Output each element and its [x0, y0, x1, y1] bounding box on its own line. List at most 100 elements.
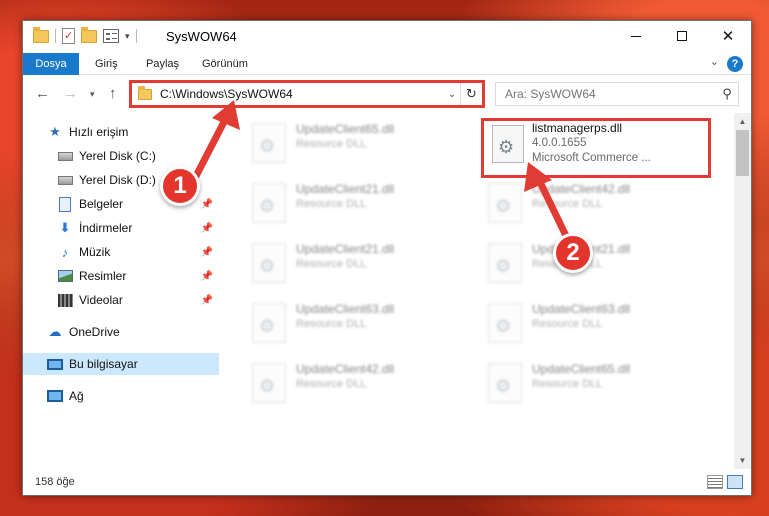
document-icon — [57, 196, 73, 212]
file-version: 4.0.0.1655 — [532, 137, 587, 149]
file-type: Resource DLL — [532, 378, 603, 390]
dll-file-icon — [488, 243, 522, 283]
minimize-button[interactable] — [613, 21, 659, 51]
sidebar-item-this-pc[interactable]: Bu bilgisayar — [23, 353, 219, 375]
sidebar-item-label: Videolar — [79, 293, 123, 307]
recent-locations-icon[interactable]: ▾ — [90, 89, 95, 100]
file-item[interactable]: UpdateClient21.dllResource DLL — [482, 237, 712, 293]
file-name: UpdateClient21.dll — [296, 242, 395, 256]
pin-icon[interactable]: 📌 — [201, 247, 213, 258]
tab-file[interactable]: Dosya — [23, 53, 79, 75]
file-name: UpdateClient65.dll — [532, 362, 631, 376]
folder-icon — [138, 85, 152, 100]
status-bar: 158 öğe — [23, 469, 751, 495]
disk-icon — [57, 148, 73, 164]
explorer-window: ▾ SysWOW64 ✕ Dosya Giriş Paylaş Görünüm … — [22, 20, 752, 496]
tab-view[interactable]: Görünüm — [202, 53, 248, 75]
vertical-scrollbar[interactable]: ▲ ▼ — [734, 113, 751, 469]
file-item[interactable]: UpdateClient63.dll Resource DLL — [246, 297, 476, 353]
tab-home[interactable]: Giriş — [95, 53, 118, 75]
window-controls: ✕ — [613, 21, 751, 51]
sidebar-item-quick-access[interactable]: ★ Hızlı erişim — [23, 121, 219, 143]
sidebar-item-videos[interactable]: Videolar 📌 — [23, 289, 219, 311]
search-input[interactable] — [505, 87, 716, 101]
search-icon[interactable]: ⚲ — [716, 86, 738, 102]
sidebar-item-pictures[interactable]: Resimler 📌 — [23, 265, 219, 287]
dll-file-icon — [488, 363, 522, 403]
sidebar-item-label: OneDrive — [69, 325, 120, 339]
step-2-badge: 2 — [553, 233, 593, 273]
new-folder-icon[interactable] — [81, 26, 97, 43]
file-item[interactable]: UpdateClient65.dll Resource DLL — [246, 117, 476, 173]
file-item[interactable]: UpdateClient42.dll Resource DLL — [482, 177, 712, 233]
minimize-icon — [631, 35, 641, 37]
close-button[interactable]: ✕ — [705, 21, 751, 51]
maximize-icon — [677, 31, 687, 41]
file-name: UpdateClient42.dll — [532, 182, 631, 196]
address-path[interactable]: C:\Windows\SysWOW64 — [160, 87, 444, 101]
chevron-down-icon[interactable]: ⌄ — [444, 89, 460, 100]
file-name: UpdateClient21.dll — [296, 182, 395, 196]
file-type: Resource DLL — [296, 198, 367, 210]
sidebar-item-label: Yerel Disk (D:) — [79, 173, 156, 187]
file-item[interactable]: UpdateClient42.dll Resource DLL — [246, 357, 476, 413]
search-box[interactable]: ⚲ — [495, 82, 739, 106]
up-icon[interactable]: ↑ — [109, 85, 117, 102]
sidebar-item-onedrive[interactable]: ☁ OneDrive — [23, 321, 219, 343]
file-type: Resource DLL — [296, 318, 367, 330]
sidebar-item-label: Bu bilgisayar — [69, 357, 138, 371]
music-icon: ♪ — [61, 244, 69, 260]
file-name: UpdateClient63.dll — [532, 302, 631, 316]
sidebar-item-downloads[interactable]: ⬇ İndirmeler 📌 — [23, 217, 219, 239]
file-item[interactable]: UpdateClient21.dllResource DLL — [246, 237, 476, 293]
back-icon[interactable]: ← — [35, 85, 50, 102]
file-item[interactable]: UpdateClient65.dll Resource DLL — [482, 357, 712, 413]
cloud-icon: ☁ — [48, 324, 62, 339]
dll-file-icon — [252, 183, 286, 223]
navigation-pane: ★ Hızlı erişim Yerel Disk (C:) Yerel Dis… — [23, 113, 219, 469]
file-name: listmanagerps.dll — [532, 121, 623, 135]
scroll-down-icon[interactable]: ▼ — [734, 452, 751, 469]
help-icon[interactable]: ? — [727, 56, 743, 72]
address-bar[interactable]: C:\Windows\SysWOW64 ⌄ ↻ — [131, 82, 483, 106]
details-view-icon[interactable] — [707, 475, 723, 489]
pictures-icon — [57, 268, 73, 284]
network-icon — [47, 388, 63, 404]
scroll-up-icon[interactable]: ▲ — [734, 113, 751, 130]
sidebar-item-label: Ağ — [69, 389, 84, 403]
forward-icon[interactable]: → — [63, 85, 78, 102]
file-item[interactable]: UpdateClient21.dll Resource DLL — [246, 177, 476, 233]
tab-share[interactable]: Paylaş — [146, 53, 179, 75]
ribbon-expand-icon[interactable]: ⌄ — [710, 55, 719, 68]
pin-icon[interactable]: 📌 — [201, 271, 213, 282]
file-type: Resource DLL — [296, 378, 367, 390]
scroll-thumb[interactable] — [736, 130, 749, 176]
file-list: UpdateClient65.dll Resource DLL UpdateCli… — [220, 113, 734, 469]
view-switcher — [707, 475, 743, 489]
file-item-listmanagerps[interactable]: listmanagerps.dll 4.0.0.1655 Microsoft C… — [486, 119, 712, 175]
dll-file-icon — [488, 303, 522, 343]
sidebar-item-local-disk-c[interactable]: Yerel Disk (C:) — [23, 145, 219, 167]
sidebar-item-label: Resimler — [79, 269, 127, 283]
tiles-view-icon[interactable] — [727, 475, 743, 489]
step-1-badge: 1 — [160, 166, 200, 206]
sidebar-item-label: Yerel Disk (C:) — [79, 149, 156, 163]
file-item[interactable]: UpdateClient63.dll Resource DLL — [482, 297, 712, 353]
item-count: 158 öğe — [35, 476, 75, 488]
view-options-icon[interactable] — [103, 29, 119, 43]
close-icon: ✕ — [721, 28, 735, 45]
chevron-down-icon[interactable]: ▾ — [125, 31, 130, 42]
file-name: UpdateClient65.dll — [296, 122, 395, 136]
pin-icon[interactable]: 📌 — [201, 295, 213, 306]
pin-icon[interactable]: 📌 — [201, 223, 213, 234]
dll-file-icon — [488, 183, 522, 223]
refresh-icon[interactable]: ↻ — [460, 83, 482, 105]
sidebar-item-label: Müzik — [79, 245, 111, 259]
maximize-button[interactable] — [659, 21, 705, 51]
navigation-bar: ← → ▾ ↑ C:\Windows\SysWOW64 ⌄ ↻ ⚲ — [23, 76, 751, 112]
dll-file-icon — [252, 303, 286, 343]
pin-icon[interactable]: 📌 — [201, 199, 213, 210]
properties-icon[interactable] — [62, 28, 75, 44]
sidebar-item-music[interactable]: ♪ Müzik 📌 — [23, 241, 219, 263]
sidebar-item-network[interactable]: Ağ — [23, 385, 219, 407]
